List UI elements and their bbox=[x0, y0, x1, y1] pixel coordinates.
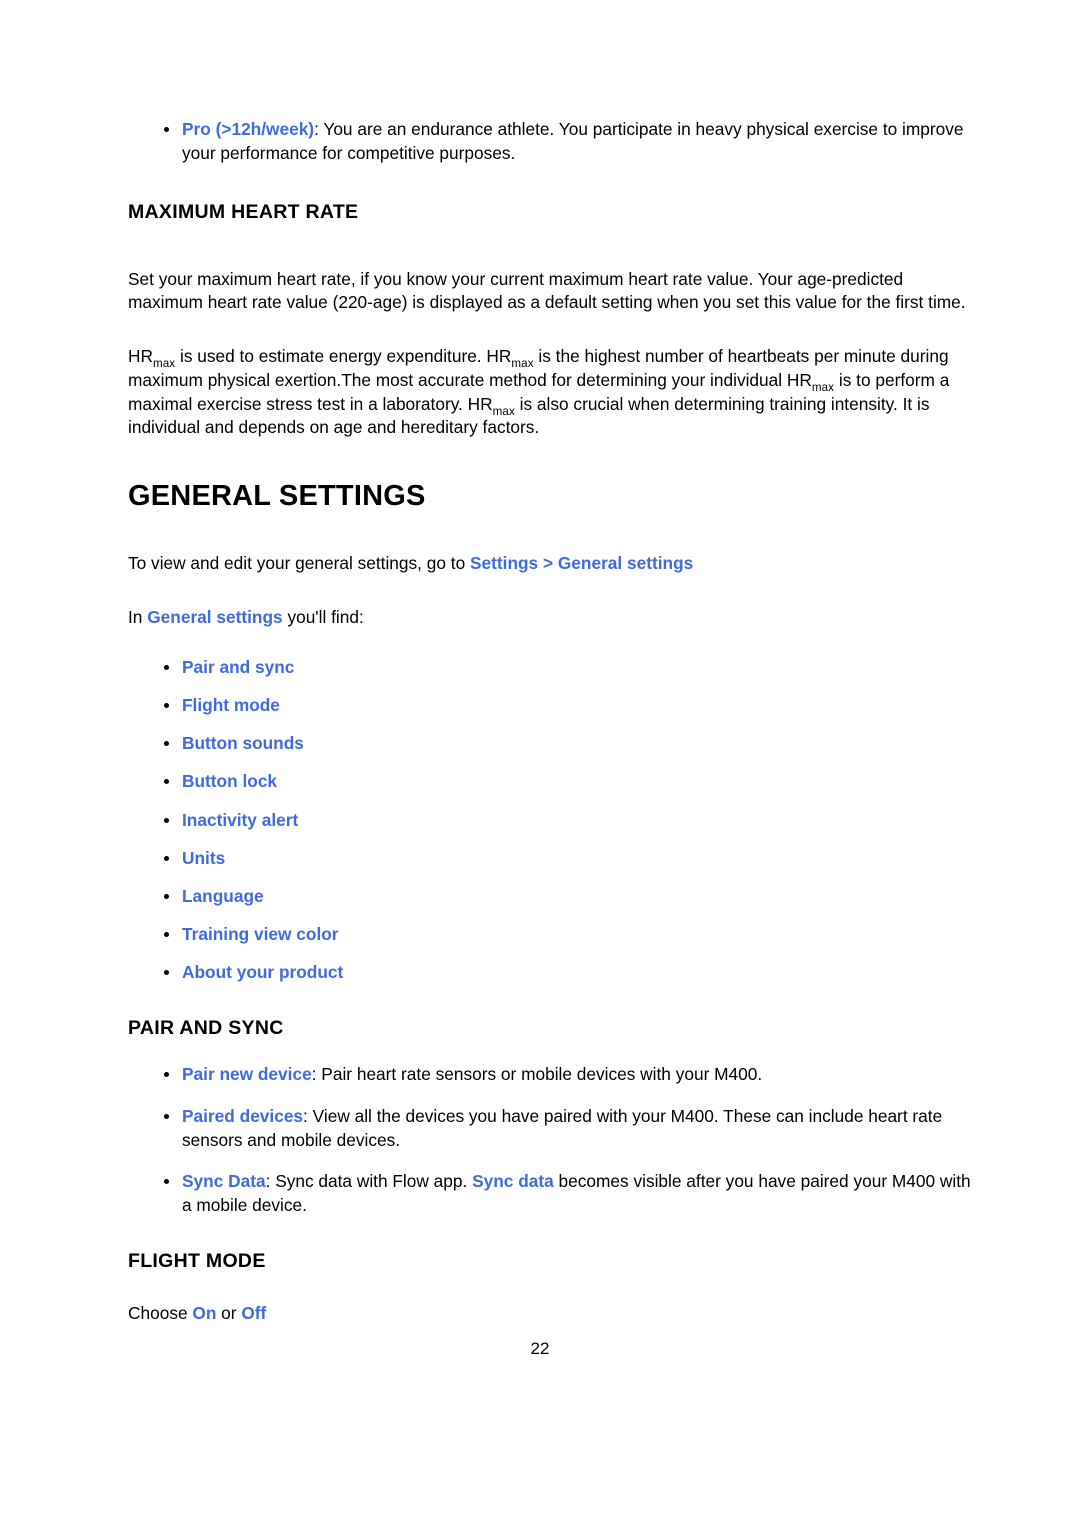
term-pair-new-device: Pair new device bbox=[182, 1064, 312, 1085]
document-page: Pro (>12h/week): You are an endurance at… bbox=[0, 0, 1080, 1528]
hrmax-segment-1: is used to estimate energy expenditure. bbox=[175, 346, 487, 367]
link-language[interactable]: Language bbox=[182, 886, 264, 906]
link-general-settings[interactable]: General settings bbox=[147, 607, 282, 627]
general-settings-item-list: Pair and sync Flight mode Button sounds … bbox=[128, 656, 982, 985]
link-units[interactable]: Units bbox=[182, 848, 225, 868]
link-settings-general-settings[interactable]: Settings > General settings bbox=[470, 553, 693, 573]
list-item[interactable]: Button lock bbox=[128, 770, 982, 794]
hrmax-term-3: HRmax bbox=[786, 369, 834, 394]
list-item[interactable]: Training view color bbox=[128, 923, 982, 947]
hrmax-base: HR bbox=[786, 369, 812, 390]
list-item[interactable]: Pair and sync bbox=[128, 656, 982, 680]
link-inactivity-alert[interactable]: Inactivity alert bbox=[182, 810, 298, 830]
heading-general-settings: GENERAL SETTINGS bbox=[128, 479, 426, 512]
choose-prefix: Choose bbox=[128, 1303, 193, 1324]
hrmax-term-4: HRmax bbox=[467, 393, 515, 418]
list-item[interactable]: Units bbox=[128, 847, 982, 871]
list-item[interactable]: Inactivity alert bbox=[128, 809, 982, 833]
paragraph-maximum-heart-rate-1: Set your maximum heart rate, if you know… bbox=[128, 268, 966, 313]
hrmax-base: HR bbox=[128, 346, 153, 367]
paragraph-general-settings-intro: To view and edit your general settings, … bbox=[128, 552, 982, 576]
list-item: Paired devices: View all the devices you… bbox=[128, 1105, 982, 1152]
bullet-term-pro: Pro (>12h/week) bbox=[182, 119, 315, 139]
hrmax-term-2: HRmax bbox=[486, 346, 533, 370]
list-item[interactable]: Flight mode bbox=[128, 694, 982, 718]
paragraph-maximum-heart-rate-2: HRmax is used to estimate energy expendi… bbox=[128, 345, 982, 440]
page-number: 22 bbox=[530, 1339, 550, 1358]
choose-middle: or bbox=[216, 1303, 242, 1324]
heading-flight-mode: FLIGHT MODE bbox=[128, 1249, 266, 1272]
list-item[interactable]: About your product bbox=[128, 961, 982, 985]
link-pair-and-sync[interactable]: Pair and sync bbox=[182, 657, 294, 677]
link-training-view-color[interactable]: Training view color bbox=[182, 924, 339, 944]
hrmax-subscript: max bbox=[152, 357, 176, 371]
list-item: Pro (>12h/week): You are an endurance at… bbox=[128, 118, 982, 165]
heading-pair-and-sync: PAIR AND SYNC bbox=[128, 1016, 284, 1039]
paragraph-general-settings-find: In General settings you'll find: bbox=[128, 606, 982, 630]
intro-prefix: To view and edit your general settings, … bbox=[128, 553, 470, 574]
list-item: Sync Data: Sync data with Flow app. Sync… bbox=[128, 1170, 982, 1217]
intro-bullet-list: Pro (>12h/week): You are an endurance at… bbox=[128, 118, 982, 165]
list-item: Pair new device: Pair heart rate sensors… bbox=[128, 1063, 982, 1087]
paragraph-flight-mode-choose: Choose On or Off bbox=[128, 1302, 982, 1326]
heading-maximum-heart-rate: MAXIMUM HEART RATE bbox=[128, 201, 359, 224]
list-item[interactable]: Language bbox=[128, 885, 982, 909]
term-sync-data: Sync Data bbox=[182, 1171, 266, 1192]
pair-and-sync-list: Pair new device: Pair heart rate sensors… bbox=[128, 1063, 982, 1217]
item-text-before: Sync data with Flow app. bbox=[270, 1171, 473, 1192]
find-prefix: In bbox=[128, 607, 148, 628]
option-off[interactable]: Off bbox=[241, 1303, 266, 1323]
hrmax-term-1: HRmax bbox=[128, 346, 175, 370]
hrmax-base: HR bbox=[486, 346, 512, 367]
item-text: Pair heart rate sensors or mobile device… bbox=[316, 1064, 763, 1085]
find-suffix: you'll find: bbox=[282, 607, 364, 628]
hrmax-subscript: max bbox=[511, 357, 534, 371]
hrmax-base: HR bbox=[467, 393, 493, 414]
page-content: Pro (>12h/week): You are an endurance at… bbox=[128, 118, 982, 1326]
hrmax-subscript: max bbox=[492, 404, 515, 418]
link-button-lock[interactable]: Button lock bbox=[182, 771, 277, 791]
term-paired-devices: Paired devices bbox=[182, 1106, 304, 1127]
link-about-your-product[interactable]: About your product bbox=[182, 962, 343, 982]
option-on[interactable]: On bbox=[192, 1303, 216, 1323]
link-button-sounds[interactable]: Button sounds bbox=[182, 733, 304, 753]
list-item[interactable]: Button sounds bbox=[128, 732, 982, 756]
link-flight-mode[interactable]: Flight mode bbox=[182, 695, 280, 715]
term-sync-data-inline: Sync data bbox=[472, 1171, 554, 1192]
hrmax-subscript: max bbox=[811, 380, 835, 394]
